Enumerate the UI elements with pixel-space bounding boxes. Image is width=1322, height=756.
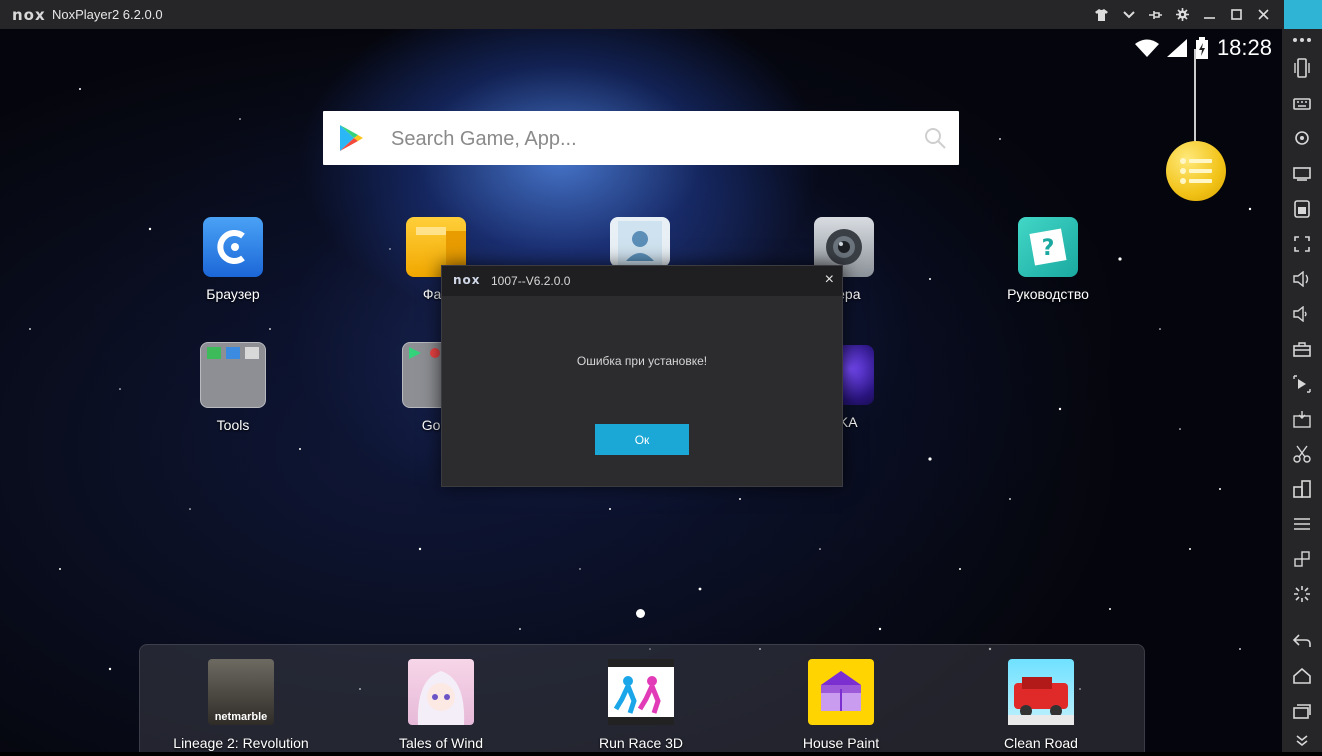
search-input[interactable] [389, 111, 913, 167]
more-icon[interactable] [1282, 25, 1322, 55]
maximize-icon[interactable] [1223, 0, 1250, 29]
battery-charging-icon [1195, 37, 1208, 59]
multi-instance-icon[interactable] [1282, 474, 1322, 504]
browser-icon [203, 217, 263, 277]
app-label: House Paint [802, 735, 880, 751]
keyboard-icon[interactable] [1282, 88, 1322, 118]
recent-apps-icon[interactable] [1282, 696, 1322, 726]
dialog-message: Ошибка при установке! [576, 354, 708, 368]
search-icon[interactable] [923, 126, 947, 150]
menu-icon[interactable] [1282, 509, 1322, 539]
volume-up-icon[interactable] [1282, 264, 1322, 294]
app-guide[interactable]: ? Руководство [988, 217, 1108, 302]
guide-icon: ? [1018, 217, 1078, 277]
location-icon[interactable] [1282, 124, 1322, 154]
error-dialog: nox 1007--V6.2.0.0 × Ошибка при установк… [441, 265, 843, 487]
dialog-header: nox 1007--V6.2.0.0 × [442, 266, 842, 296]
gear-icon[interactable] [1169, 0, 1196, 29]
run-race-icon [608, 659, 674, 725]
sync-icon[interactable] [1282, 544, 1322, 574]
clock: 18:28 [1216, 35, 1272, 60]
signal-icon [1166, 39, 1187, 57]
app-label: Clean Road [1004, 735, 1078, 751]
app-label: Tales of Wind [398, 735, 484, 751]
loading-icon[interactable] [1282, 579, 1322, 609]
dock-app-tales-of-wind[interactable]: Tales of Wind [366, 659, 516, 751]
wifi-icon [1134, 39, 1159, 57]
pin-icon[interactable] [1142, 0, 1169, 29]
fullscreen-icon[interactable] [1282, 229, 1322, 259]
lineage2-icon: netmarble [208, 659, 274, 725]
volume-down-icon[interactable] [1282, 299, 1322, 329]
list-icon [1180, 158, 1212, 184]
nox-logo: nox [12, 6, 46, 24]
assistant-ball[interactable] [1166, 141, 1226, 201]
app-label: Браузер [206, 286, 260, 302]
toolbox-icon[interactable] [1282, 334, 1322, 364]
close-icon[interactable] [1250, 0, 1277, 29]
svg-text:?: ? [1042, 236, 1055, 261]
android-status-bar: 18:28 [1134, 35, 1272, 61]
page-indicator [636, 609, 645, 618]
dialog-close-icon[interactable]: × [825, 271, 834, 289]
macro-icon[interactable] [1282, 194, 1322, 224]
contacts-icon [610, 217, 670, 267]
right-toolbar [1282, 29, 1322, 752]
nox-logo: nox [453, 273, 481, 287]
app-label: Tools [216, 417, 250, 433]
minimize-icon[interactable] [1196, 0, 1223, 29]
house-paint-icon [808, 659, 874, 725]
dock-app-clean-road[interactable]: Clean Road [966, 659, 1116, 751]
app-browser[interactable]: Браузер [173, 217, 293, 302]
window-controls [1088, 0, 1277, 29]
title-bar: nox NoxPlayer2 6.2.0.0 [0, 0, 1322, 38]
window-title: NoxPlayer2 6.2.0.0 [52, 7, 163, 22]
screen-icon[interactable] [1282, 159, 1322, 189]
play-store-icon [340, 125, 363, 151]
dock-app-run-race-3d[interactable]: Run Race 3D [566, 659, 716, 751]
dock-app-house-paint[interactable]: House Paint [766, 659, 916, 751]
scissors-icon[interactable] [1282, 439, 1322, 469]
chevron-down-icon[interactable] [1115, 0, 1142, 29]
app-label: Run Race 3D [598, 735, 684, 751]
dialog-title: 1007--V6.2.0.0 [491, 274, 571, 288]
apk-icon[interactable] [1282, 404, 1322, 434]
tools-folder-icon [200, 342, 266, 408]
shake-icon[interactable] [1282, 53, 1322, 83]
netmarble-logo: netmarble [214, 711, 268, 723]
app-label: Lineage 2: Revolution [173, 735, 309, 751]
app-label: Руководство [1007, 286, 1089, 302]
search-bar[interactable] [323, 111, 959, 167]
ok-button[interactable]: Ок [595, 424, 689, 455]
home-icon[interactable] [1282, 661, 1322, 691]
clean-road-icon [1008, 659, 1074, 725]
app-dock: netmarble Lineage 2: Revolution Tales of… [139, 644, 1145, 752]
tales-of-wind-icon [408, 659, 474, 725]
record-icon[interactable] [1282, 369, 1322, 399]
dock-app-lineage2[interactable]: netmarble Lineage 2: Revolution [166, 659, 316, 751]
back-icon[interactable] [1282, 626, 1322, 656]
shirt-icon[interactable] [1088, 0, 1115, 29]
folder-tools[interactable]: Tools [173, 342, 293, 433]
